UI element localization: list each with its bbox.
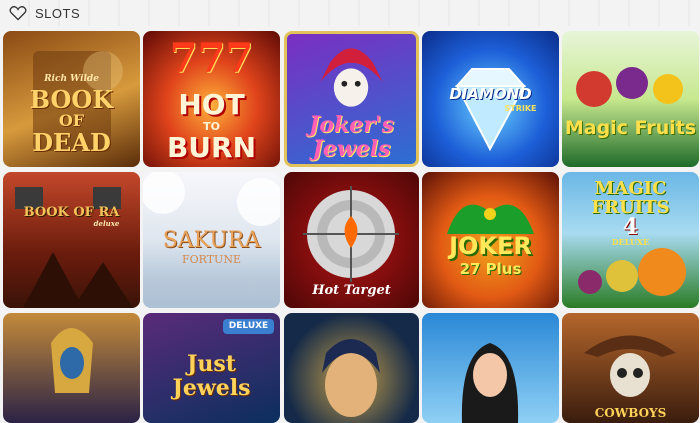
game-tile-hot-target[interactable]: Hot Target [284, 172, 419, 308]
lady-art [461, 343, 519, 423]
tile-title-line1: JOKER [449, 232, 532, 260]
tile-title-line1: BOOK [29, 85, 114, 114]
game-tile-sakura-fortune[interactable]: SAKURA FORTUNE [143, 172, 280, 308]
tile-title-line1: DIAMOND [449, 85, 532, 103]
game-tile-just-jewels-deluxe[interactable]: DELUXE Just Jewels [143, 313, 280, 423]
game-tile-cleopatra[interactable] [284, 313, 419, 423]
cleopatra-art [322, 339, 380, 417]
tile-title-line3: DEAD [32, 128, 111, 157]
tile-title-line1: Just [187, 351, 236, 377]
tile-sevens: 777 [169, 35, 254, 82]
tile-title-line3: BURN [166, 131, 257, 164]
tile-title-line1: BOOK OF RA [23, 205, 120, 220]
tile-subtitle: Rich Wilde [44, 74, 99, 84]
game-tile-magic-fruits-4-deluxe[interactable]: MAGIC FRUITS 4 DELUXE [562, 172, 699, 308]
tile-title-line2: deluxe [93, 219, 120, 228]
game-tile-joker-27-plus[interactable]: JOKER 27 Plus [422, 172, 559, 308]
tile-title-line3: 4 [622, 214, 639, 240]
game-tile-cowboy-skull[interactable]: COWBOYS [562, 313, 699, 423]
fruits-art [576, 67, 683, 107]
slots-grid: Rich Wilde BOOK OF DEAD 777 HOT TO BURN … [0, 0, 700, 423]
tile-title-line1: SAKURA [162, 228, 261, 253]
tile-title-line2: OF [58, 111, 85, 130]
game-tile-magic-fruits[interactable]: Magic Fruits [562, 31, 699, 167]
game-tile-jokers-jewels[interactable]: Joker's Jewels [284, 31, 419, 167]
pyramid-art [15, 187, 133, 308]
game-tile-hot-to-burn[interactable]: 777 HOT TO BURN [143, 31, 280, 167]
tile-badge: DELUXE [223, 319, 274, 334]
game-tile-book-of-dead[interactable]: Rich Wilde BOOK OF DEAD [3, 31, 140, 167]
slots-header: SLOTS [0, 0, 700, 26]
tile-title-line1: Hot Target [312, 283, 391, 298]
section-title: SLOTS [35, 5, 81, 21]
tile-title-line1: COWBOYS [594, 406, 667, 420]
game-tile-diamond-strike[interactable]: DIAMOND STRIKE [422, 31, 559, 167]
tile-title-line2: 27 Plus [459, 260, 522, 278]
tile-title-line1: Magic Fruits [564, 117, 697, 139]
game-tile-book-of-ra-deluxe[interactable]: BOOK OF RA deluxe [3, 172, 140, 308]
game-tile-egyptian-pharaoh[interactable] [3, 313, 140, 423]
pharaoh-art [51, 328, 93, 393]
tile-title-line1: Joker's [308, 112, 395, 138]
tile-title-line4: DELUXE [611, 237, 650, 247]
tile-title-line2: FORTUNE [181, 253, 241, 266]
tile-title-line2: Jewels [172, 375, 251, 401]
tile-title-line1: MAGIC [594, 178, 667, 199]
game-tile-lady-portrait[interactable] [422, 313, 559, 423]
tile-title-line2: Jewels [312, 136, 391, 162]
tile-title-line2: STRIKE [504, 104, 537, 113]
heart-outline-icon[interactable] [9, 5, 27, 21]
tile-title-line1: HOT [178, 88, 245, 121]
